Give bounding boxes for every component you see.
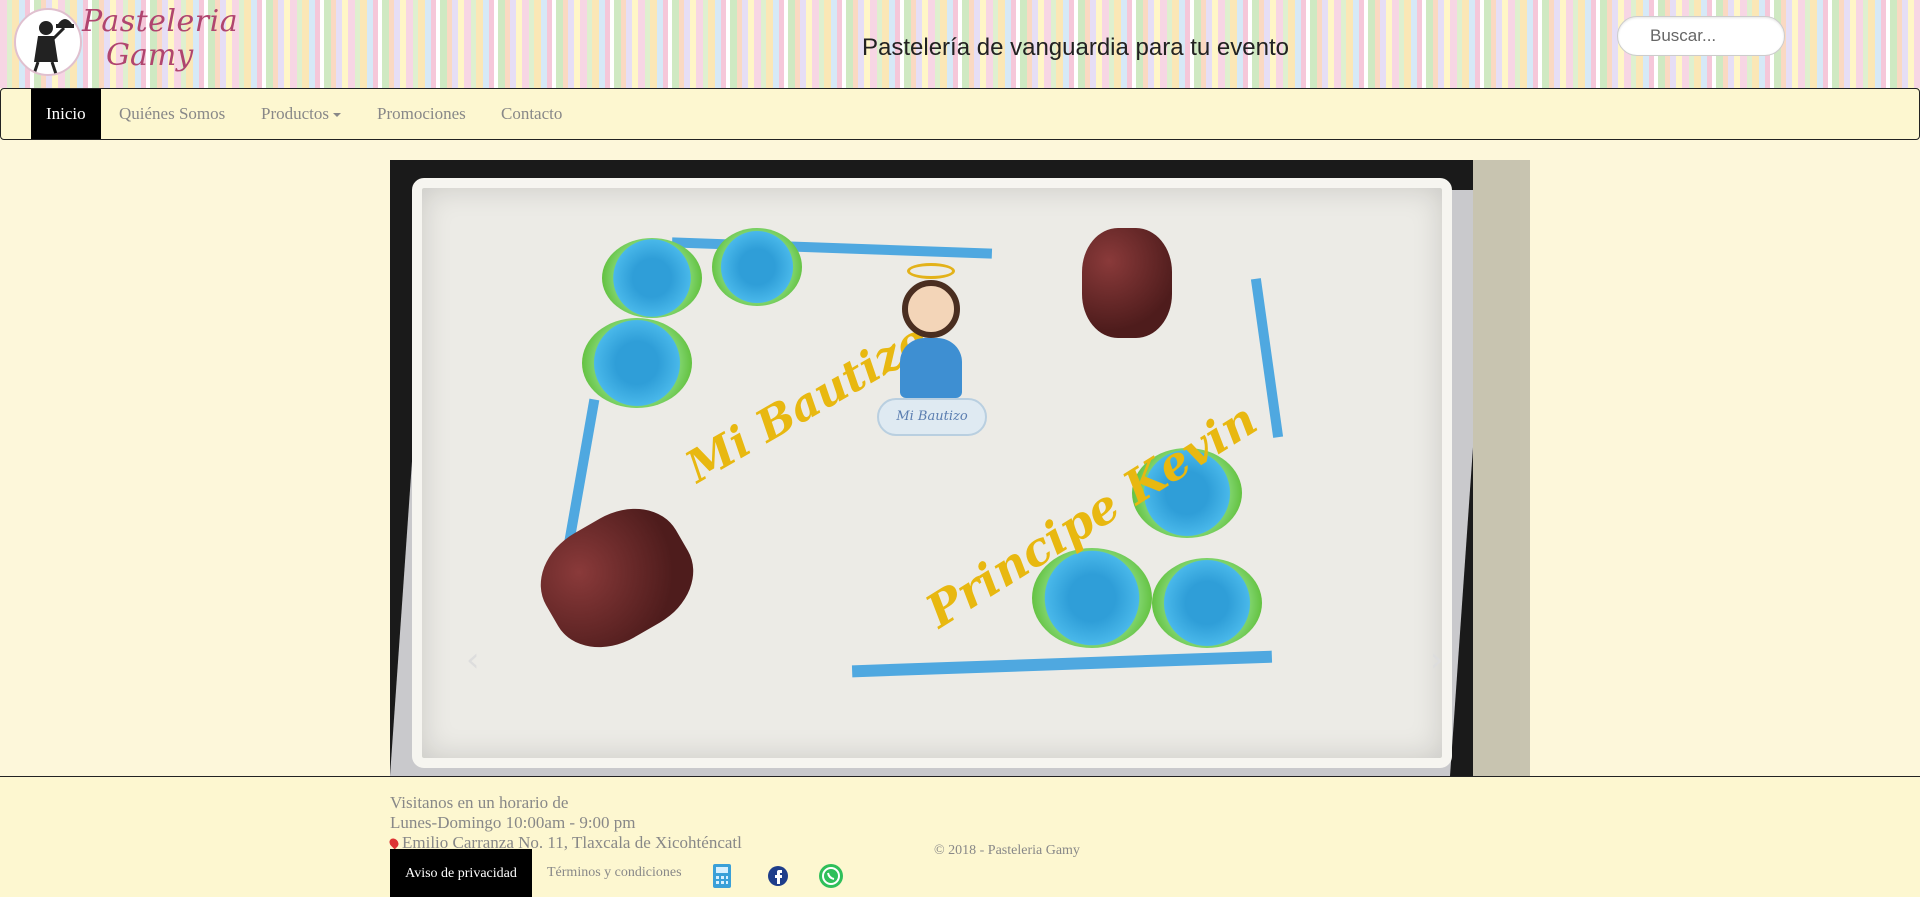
nav-item-productos[interactable]: Productos xyxy=(261,89,341,139)
image-carousel: Mi Bautizo Principe Kevin Mi Bautizo ‹ › xyxy=(390,160,1530,777)
grapes-decoration xyxy=(522,488,712,668)
frosting-rose xyxy=(712,228,802,306)
logo-text-line2: Gamy xyxy=(106,38,194,73)
carousel-slide-cake-image: Mi Bautizo Principe Kevin Mi Bautizo xyxy=(390,160,1473,777)
caret-down-icon xyxy=(333,113,341,118)
site-header: Pasteleria Gamy Pastelería de vanguardia… xyxy=(0,0,1920,88)
ribbon xyxy=(1250,278,1284,438)
frosting-rose xyxy=(1152,558,1262,648)
halo-icon xyxy=(907,263,955,279)
nav-item-promociones[interactable]: Promociones xyxy=(377,89,466,139)
chevron-left-icon[interactable]: ‹ xyxy=(466,640,480,680)
hours-text: Lunes-Domingo 10:00am - 9:00 pm xyxy=(390,813,636,832)
chevron-right-icon[interactable]: › xyxy=(1430,640,1444,680)
privacy-notice-button[interactable]: Aviso de privacidad xyxy=(390,849,532,897)
chef-logo-icon xyxy=(14,8,82,76)
terms-link[interactable]: Términos y condiciones xyxy=(547,865,682,881)
map-pin-icon xyxy=(387,836,401,850)
facebook-icon[interactable] xyxy=(763,861,793,891)
site-footer: Visitanos en un horario de Lunes-Domingo… xyxy=(0,776,1920,897)
main-navbar: Inicio Quiénes Somos Productos Promocion… xyxy=(0,88,1920,140)
nav-item-quienes-somos[interactable]: Quiénes Somos xyxy=(119,89,225,139)
nav-item-contacto[interactable]: Contacto xyxy=(501,89,562,139)
cake: Mi Bautizo Principe Kevin Mi Bautizo xyxy=(412,178,1452,768)
angel-head xyxy=(902,280,960,338)
site-logo[interactable]: Pasteleria Gamy xyxy=(10,4,238,82)
logo-text-line1: Pasteleria xyxy=(82,4,239,39)
copyright-text: © 2018 - Pasteleria Gamy xyxy=(934,843,1080,858)
frosting-rose xyxy=(582,318,692,408)
ribbon xyxy=(851,650,1273,678)
site-tagline: Pastelería de vanguardia para tu evento xyxy=(862,34,1289,61)
nav-item-productos-label: Productos xyxy=(261,104,329,123)
calculator-phone-icon[interactable] xyxy=(707,861,737,891)
grapes-decoration xyxy=(1082,228,1172,338)
frosting-rose xyxy=(602,238,702,318)
hours-title: Visitanos en un horario de xyxy=(390,793,569,812)
whatsapp-icon[interactable] xyxy=(816,861,846,891)
search-input[interactable] xyxy=(1617,16,1785,56)
nav-item-inicio[interactable]: Inicio xyxy=(31,89,101,139)
angel-body xyxy=(900,338,962,398)
cloud-plaque: Mi Bautizo xyxy=(877,398,987,436)
